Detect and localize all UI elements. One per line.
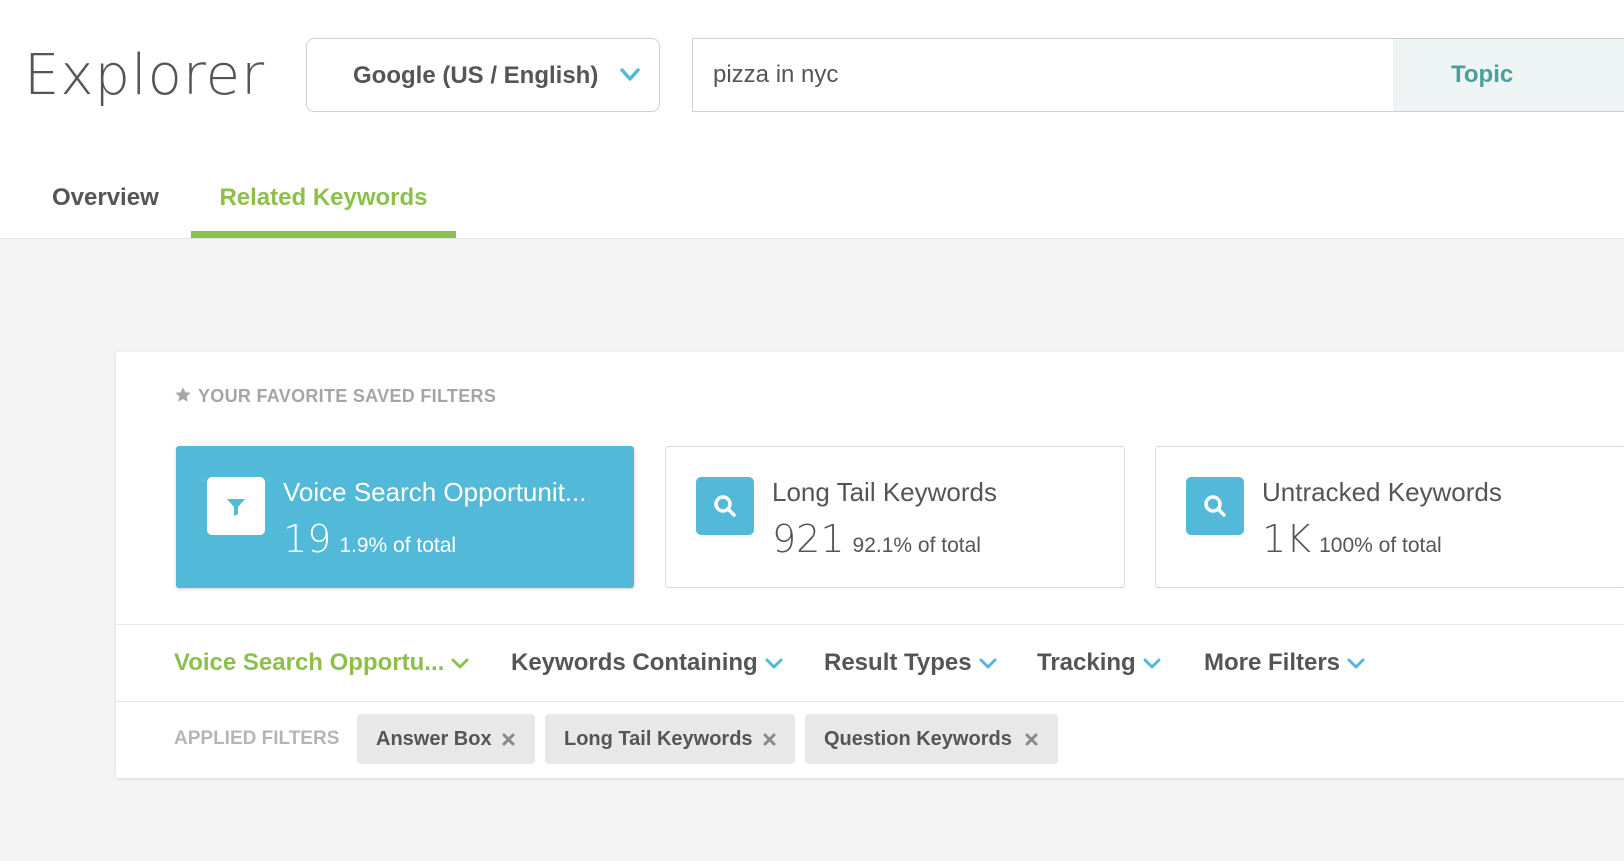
card-icon-box bbox=[696, 477, 754, 535]
applied-filter-chip-long-tail: Long Tail Keywords bbox=[545, 714, 795, 764]
filter-dropdown-tracking[interactable]: Tracking bbox=[1037, 625, 1162, 701]
card-count: 1K 100% of total bbox=[1262, 515, 1442, 570]
chevron-down-icon bbox=[1347, 658, 1365, 669]
chip-label: Answer Box bbox=[376, 728, 492, 750]
filter-dropdown-label: Voice Search Opportu... bbox=[174, 649, 445, 676]
keyword-search-input[interactable] bbox=[693, 39, 1393, 111]
topic-mode-button[interactable]: Topic bbox=[1393, 39, 1624, 111]
chevron-down-icon bbox=[451, 658, 469, 669]
filter-dropdown-label: More Filters bbox=[1204, 649, 1341, 676]
filter-dropdown-label: Keywords Containing bbox=[511, 649, 758, 676]
chevron-down-icon bbox=[620, 68, 640, 81]
filter-dropdown-bar: Voice Search Opportu... Keywords Contain… bbox=[116, 624, 1624, 702]
saved-filter-card-untracked[interactable]: Untracked Keywords 1K 100% of total bbox=[1155, 446, 1624, 588]
filter-dropdown-voice-search[interactable]: Voice Search Opportu... bbox=[174, 625, 470, 701]
search-icon bbox=[1204, 495, 1226, 517]
chip-label: Question Keywords bbox=[824, 728, 1012, 750]
app-title: Explorer bbox=[24, 43, 266, 108]
card-count-value: 1K bbox=[1262, 517, 1312, 561]
tab-overview[interactable]: Overview bbox=[52, 176, 159, 238]
applied-filter-chip-question: Question Keywords bbox=[805, 714, 1058, 764]
remove-filter-icon[interactable] bbox=[763, 733, 776, 746]
chevron-down-icon bbox=[1143, 658, 1161, 669]
filter-icon bbox=[227, 499, 245, 516]
card-count: 921 92.1% of total bbox=[772, 515, 981, 570]
saved-filters-heading: YOUR FAVORITE SAVED FILTERS bbox=[174, 382, 496, 410]
search-engine-value: Google (US / English) bbox=[353, 62, 599, 89]
card-title: Long Tail Keywords bbox=[772, 477, 997, 507]
search-engine-select[interactable]: Google (US / English) bbox=[306, 38, 660, 112]
card-percent: 92.1% of total bbox=[852, 534, 981, 557]
filter-dropdown-more-filters[interactable]: More Filters bbox=[1204, 625, 1366, 701]
filter-dropdown-label: Result Types bbox=[824, 649, 972, 676]
card-icon-box bbox=[207, 477, 265, 535]
chevron-down-icon bbox=[765, 658, 783, 669]
remove-filter-icon[interactable] bbox=[502, 733, 515, 746]
remove-filter-icon[interactable] bbox=[1025, 733, 1038, 746]
card-count: 19 1.9% of total bbox=[283, 515, 456, 570]
chip-label: Long Tail Keywords bbox=[564, 728, 753, 750]
topic-mode-label: Topic bbox=[1451, 61, 1514, 88]
filter-dropdown-label: Tracking bbox=[1037, 649, 1136, 676]
star-icon bbox=[175, 387, 191, 402]
filters-panel: YOUR FAVORITE SAVED FILTERS Voice Search… bbox=[116, 352, 1624, 778]
card-title: Voice Search Opportunit... bbox=[283, 477, 587, 507]
saved-filter-card-voice-search[interactable]: Voice Search Opportunit... 19 1.9% of tot… bbox=[176, 446, 634, 588]
saved-filters-heading-text: YOUR FAVORITE SAVED FILTERS bbox=[198, 386, 497, 406]
filter-dropdown-result-types[interactable]: Result Types bbox=[824, 625, 998, 701]
card-percent: 100% of total bbox=[1319, 534, 1442, 557]
keyword-search-box: Topic bbox=[692, 38, 1624, 112]
card-percent: 1.9% of total bbox=[339, 534, 457, 557]
filter-dropdown-keywords-containing[interactable]: Keywords Containing bbox=[511, 625, 784, 701]
saved-filter-card-long-tail[interactable]: Long Tail Keywords 921 92.1% of total bbox=[665, 446, 1125, 588]
applied-filter-chip-answer-box: Answer Box bbox=[357, 714, 535, 764]
card-title: Untracked Keywords bbox=[1262, 477, 1502, 507]
search-icon bbox=[714, 495, 736, 517]
card-count-value: 921 bbox=[772, 517, 845, 561]
top-header: Explorer Google (US / English) Topic Ove… bbox=[0, 0, 1624, 239]
applied-filters-label: APPLIED FILTERS bbox=[174, 728, 340, 749]
card-icon-box bbox=[1186, 477, 1244, 535]
tab-related-keywords[interactable]: Related Keywords bbox=[191, 176, 456, 238]
chevron-down-icon bbox=[979, 658, 997, 669]
card-count-value: 19 bbox=[283, 517, 332, 561]
